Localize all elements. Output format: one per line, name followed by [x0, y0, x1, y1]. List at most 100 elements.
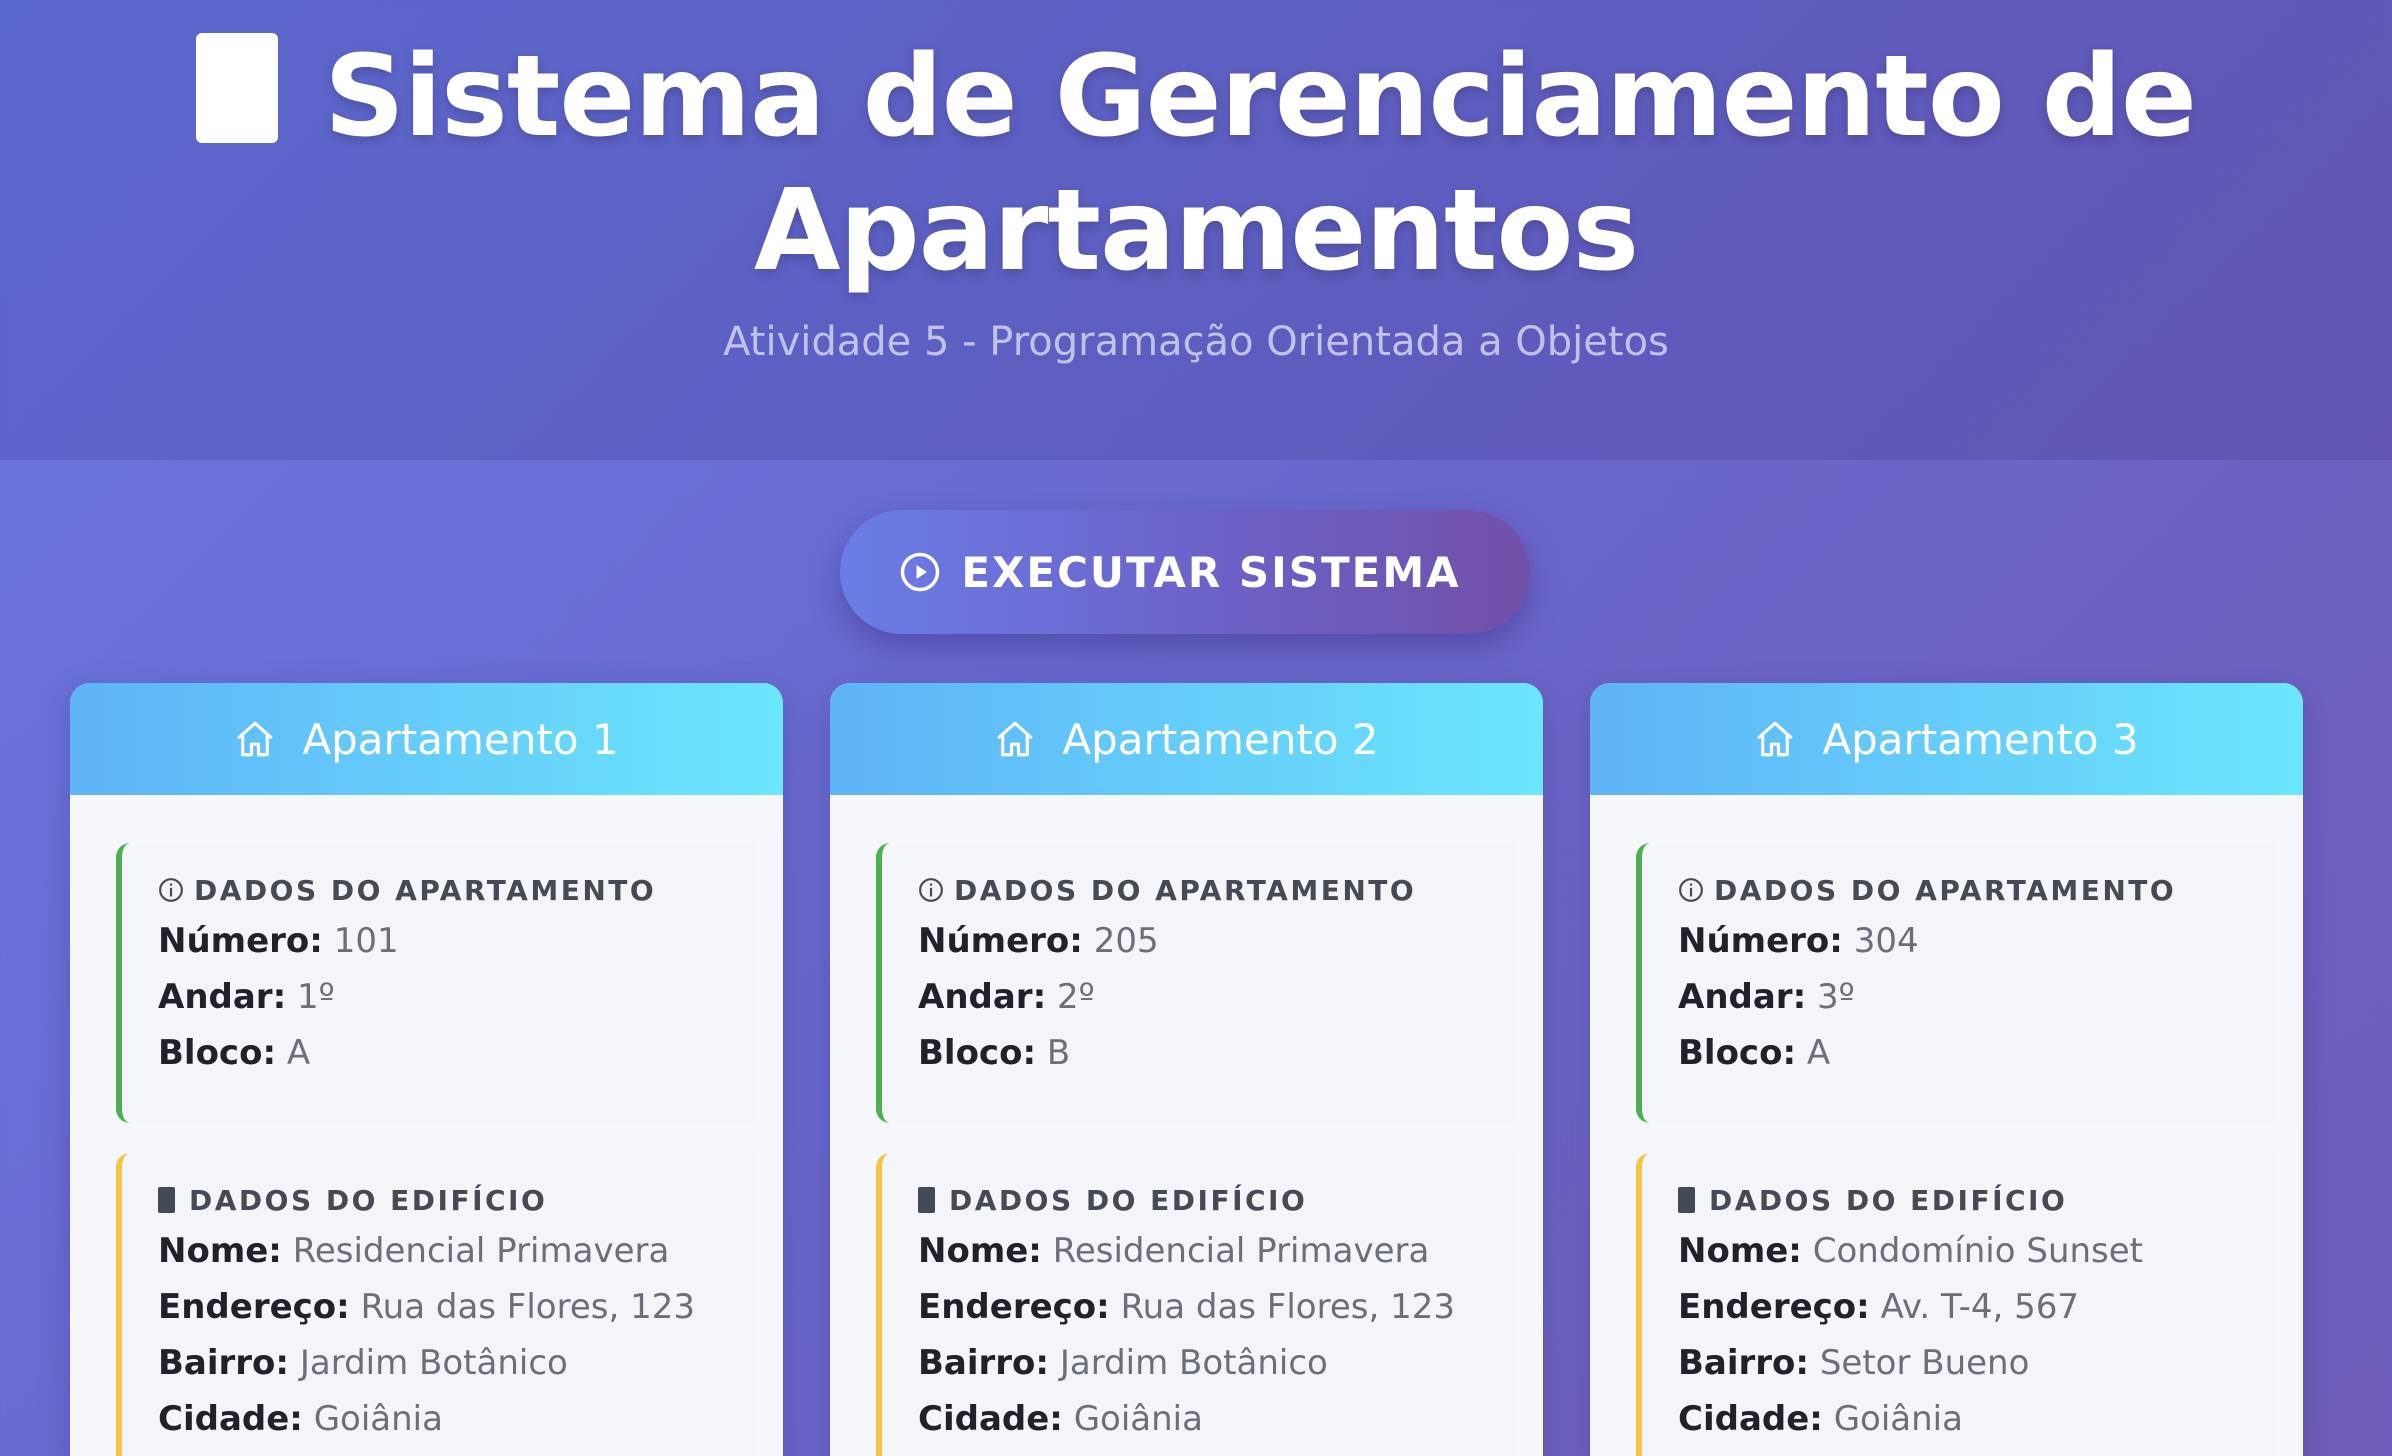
building-data-section: DADOS DO EDIFÍCIO Nome: Condomínio Sunse… — [1636, 1153, 2276, 1456]
numero-value: 101 — [333, 921, 399, 961]
page-title-text: Sistema de Gerenciamento de Apartamentos — [324, 32, 2197, 296]
bloco-label: Bloco: — [158, 1033, 277, 1073]
endereco-label: Endereço: — [918, 1287, 1110, 1327]
building-section-label: DADOS DO EDIFÍCIO — [189, 1183, 548, 1217]
cidade-row: Cidade: Goiânia — [158, 1391, 756, 1447]
apartment-card-header[interactable]: Apartamento 2 — [830, 683, 1543, 795]
nome-value: Residencial Primavera — [292, 1231, 670, 1271]
numero-label: Número: — [918, 921, 1083, 961]
apartment-section-label: DADOS DO APARTAMENTO — [194, 873, 657, 907]
bloco-label: Bloco: — [1678, 1033, 1797, 1073]
bloco-row: Bloco: A — [158, 1025, 756, 1081]
apartment-card-title: Apartamento 3 — [1822, 714, 2139, 764]
bairro-label: Bairro: — [1678, 1343, 1810, 1383]
building-section-title: DADOS DO EDIFÍCIO — [918, 1177, 1516, 1223]
building-icon — [1678, 1187, 1695, 1213]
nome-row: Nome: Residencial Primavera — [158, 1223, 756, 1279]
cidade-row: Cidade: Goiânia — [918, 1391, 1516, 1447]
info-icon — [1679, 878, 1703, 902]
bloco-row: Bloco: B — [918, 1025, 1516, 1081]
apartment-card: Apartamento 3 DADOS DO APARTAMENTO Númer… — [1590, 683, 2303, 1456]
numero-row: Número: 304 — [1678, 913, 2276, 969]
bairro-value: Jardim Botânico — [299, 1343, 568, 1383]
building-section-label: DADOS DO EDIFÍCIO — [1709, 1183, 2068, 1217]
bloco-value: B — [1046, 1033, 1071, 1073]
numero-row: Número: 205 — [918, 913, 1516, 969]
apartment-card-title: Apartamento 1 — [302, 714, 619, 764]
cidade-value: Goiânia — [313, 1399, 443, 1439]
numero-label: Número: — [1678, 921, 1843, 961]
numero-value: 205 — [1093, 921, 1159, 961]
building-data-section: DADOS DO EDIFÍCIO Nome: Residencial Prim… — [116, 1153, 756, 1456]
building-icon — [918, 1187, 935, 1213]
info-icon — [919, 878, 943, 902]
building-icon — [158, 1187, 175, 1213]
cidade-row: Cidade: Goiânia — [1678, 1391, 2276, 1447]
cidade-label: Cidade: — [918, 1399, 1063, 1439]
nome-row: Nome: Residencial Primavera — [918, 1223, 1516, 1279]
cidade-label: Cidade: — [158, 1399, 303, 1439]
andar-row: Andar: 3º — [1678, 969, 2276, 1025]
building-section-title: DADOS DO EDIFÍCIO — [158, 1177, 756, 1223]
apartment-card-header[interactable]: Apartamento 3 — [1590, 683, 2303, 795]
apartment-data-section: DADOS DO APARTAMENTO Número: 304 Andar: … — [1636, 843, 2276, 1123]
building-section-label: DADOS DO EDIFÍCIO — [949, 1183, 1308, 1217]
page-subtitle: Atividade 5 - Programação Orientada a Ob… — [723, 319, 1669, 365]
apartment-section-title: DADOS DO APARTAMENTO — [1678, 867, 2276, 913]
apartment-card-title: Apartamento 2 — [1062, 714, 1379, 764]
endereco-row: Endereço: Rua das Flores, 123 — [158, 1279, 756, 1335]
execute-system-label: EXECUTAR SISTEMA — [961, 547, 1461, 597]
andar-value: 3º — [1816, 977, 1855, 1017]
building-data-section: DADOS DO EDIFÍCIO Nome: Residencial Prim… — [876, 1153, 1516, 1456]
bairro-row: Bairro: Setor Bueno — [1678, 1335, 2276, 1391]
info-icon — [159, 878, 183, 902]
bloco-row: Bloco: A — [1678, 1025, 2276, 1081]
nome-label: Nome: — [158, 1231, 282, 1271]
apartment-card: Apartamento 2 DADOS DO APARTAMENTO Númer… — [830, 683, 1543, 1456]
execute-system-button[interactable]: EXECUTAR SISTEMA — [840, 510, 1530, 634]
andar-row: Andar: 2º — [918, 969, 1516, 1025]
endereco-row: Endereço: Rua das Flores, 123 — [918, 1279, 1516, 1335]
cidade-value: Goiânia — [1073, 1399, 1203, 1439]
numero-row: Número: 101 — [158, 913, 756, 969]
endereco-value: Av. T-4, 567 — [1880, 1287, 2079, 1327]
apartment-card-header[interactable]: Apartamento 1 — [70, 683, 783, 795]
andar-value: 2º — [1056, 977, 1095, 1017]
nome-row: Nome: Condomínio Sunset — [1678, 1223, 2276, 1279]
endereco-value: Rua das Flores, 123 — [360, 1287, 695, 1327]
bairro-label: Bairro: — [158, 1343, 290, 1383]
andar-value: 1º — [296, 977, 335, 1017]
home-icon — [238, 721, 273, 757]
endereco-value: Rua das Flores, 123 — [1120, 1287, 1455, 1327]
nome-label: Nome: — [1678, 1231, 1802, 1271]
numero-label: Número: — [158, 921, 323, 961]
endereco-label: Endereço: — [1678, 1287, 1870, 1327]
bairro-value: Setor Bueno — [1819, 1343, 2030, 1383]
numero-value: 304 — [1853, 921, 1919, 961]
apartment-section-label: DADOS DO APARTAMENTO — [1714, 873, 2177, 907]
bloco-value: A — [286, 1033, 311, 1073]
apartment-section-title: DADOS DO APARTAMENTO — [158, 867, 756, 913]
page-title: Sistema de Gerenciamento de Apartamentos — [146, 30, 2246, 298]
andar-row: Andar: 1º — [158, 969, 756, 1025]
apartment-section-title: DADOS DO APARTAMENTO — [918, 867, 1516, 913]
home-icon — [998, 721, 1033, 757]
bairro-row: Bairro: Jardim Botânico — [158, 1335, 756, 1391]
endereco-label: Endereço: — [158, 1287, 350, 1327]
cidade-label: Cidade: — [1678, 1399, 1823, 1439]
apartment-data-section: DADOS DO APARTAMENTO Número: 205 Andar: … — [876, 843, 1516, 1123]
apartment-data-section: DADOS DO APARTAMENTO Número: 101 Andar: … — [116, 843, 756, 1123]
bloco-label: Bloco: — [918, 1033, 1037, 1073]
home-icon — [1758, 721, 1793, 757]
apartment-section-label: DADOS DO APARTAMENTO — [954, 873, 1417, 907]
building-section-title: DADOS DO EDIFÍCIO — [1678, 1177, 2276, 1223]
bairro-label: Bairro: — [918, 1343, 1050, 1383]
andar-label: Andar: — [158, 977, 287, 1017]
nome-value: Residencial Primavera — [1052, 1231, 1430, 1271]
endereco-row: Endereço: Av. T-4, 567 — [1678, 1279, 2276, 1335]
andar-label: Andar: — [918, 977, 1047, 1017]
nome-value: Condomínio Sunset — [1812, 1231, 2144, 1271]
bairro-value: Jardim Botânico — [1059, 1343, 1328, 1383]
play-circle-icon — [901, 552, 940, 592]
bairro-row: Bairro: Jardim Botânico — [918, 1335, 1516, 1391]
